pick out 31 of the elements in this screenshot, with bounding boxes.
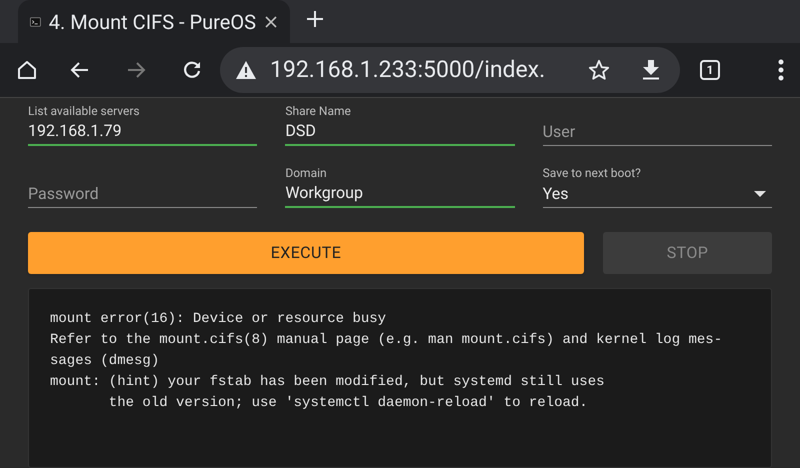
url-text: 192.168.1.233:5000/index.	[270, 54, 546, 85]
address-bar[interactable]: 192.168.1.233:5000/index.	[220, 47, 680, 93]
console-line: mount error(16): Device or resource busy	[50, 310, 388, 329]
input-field[interactable]: 192.168.1.79	[28, 118, 258, 146]
warning-icon	[236, 61, 256, 79]
execute-button[interactable]: EXECUTE	[28, 232, 584, 274]
tab-title: 4. Mount CIFS - PureOS	[48, 8, 256, 36]
download-icon[interactable]	[642, 60, 660, 80]
close-icon[interactable]	[264, 14, 278, 28]
field-label: List available servers	[28, 104, 141, 118]
tab-count[interactable]: 1	[700, 60, 720, 80]
terminal-icon	[30, 16, 41, 28]
input-field[interactable]: DSD	[285, 118, 515, 146]
field-label: Save to next boot?	[542, 166, 642, 180]
console-line: mount: (hint) your fstab has been modified, but systemd still uses	[50, 373, 606, 392]
field-label: Domain	[285, 166, 328, 180]
console-line: sages (dmesg)	[50, 352, 160, 371]
input-field[interactable]: Password	[28, 180, 258, 208]
back-icon[interactable]	[70, 60, 90, 80]
browser-tab[interactable]: 4. Mount CIFS - PureOS	[18, 0, 290, 43]
star-icon[interactable]	[588, 59, 610, 81]
console-line: the old version; use 'systemctl daemon-reload' to reload.	[108, 394, 589, 413]
menu-icon[interactable]	[778, 59, 784, 81]
select-field[interactable]: Yes	[542, 180, 772, 208]
reload-icon[interactable]	[182, 60, 202, 80]
forward-icon[interactable]	[126, 60, 146, 80]
dropdown-caret-icon	[754, 190, 766, 196]
console-line: Refer to the mount.cifs(8) manual page (e.g. man mount.cifs) and kernel log mes-	[50, 331, 724, 350]
input-field[interactable]: User	[542, 118, 772, 146]
input-field[interactable]: Workgroup	[285, 180, 515, 208]
field-label: Share Name	[285, 104, 352, 118]
